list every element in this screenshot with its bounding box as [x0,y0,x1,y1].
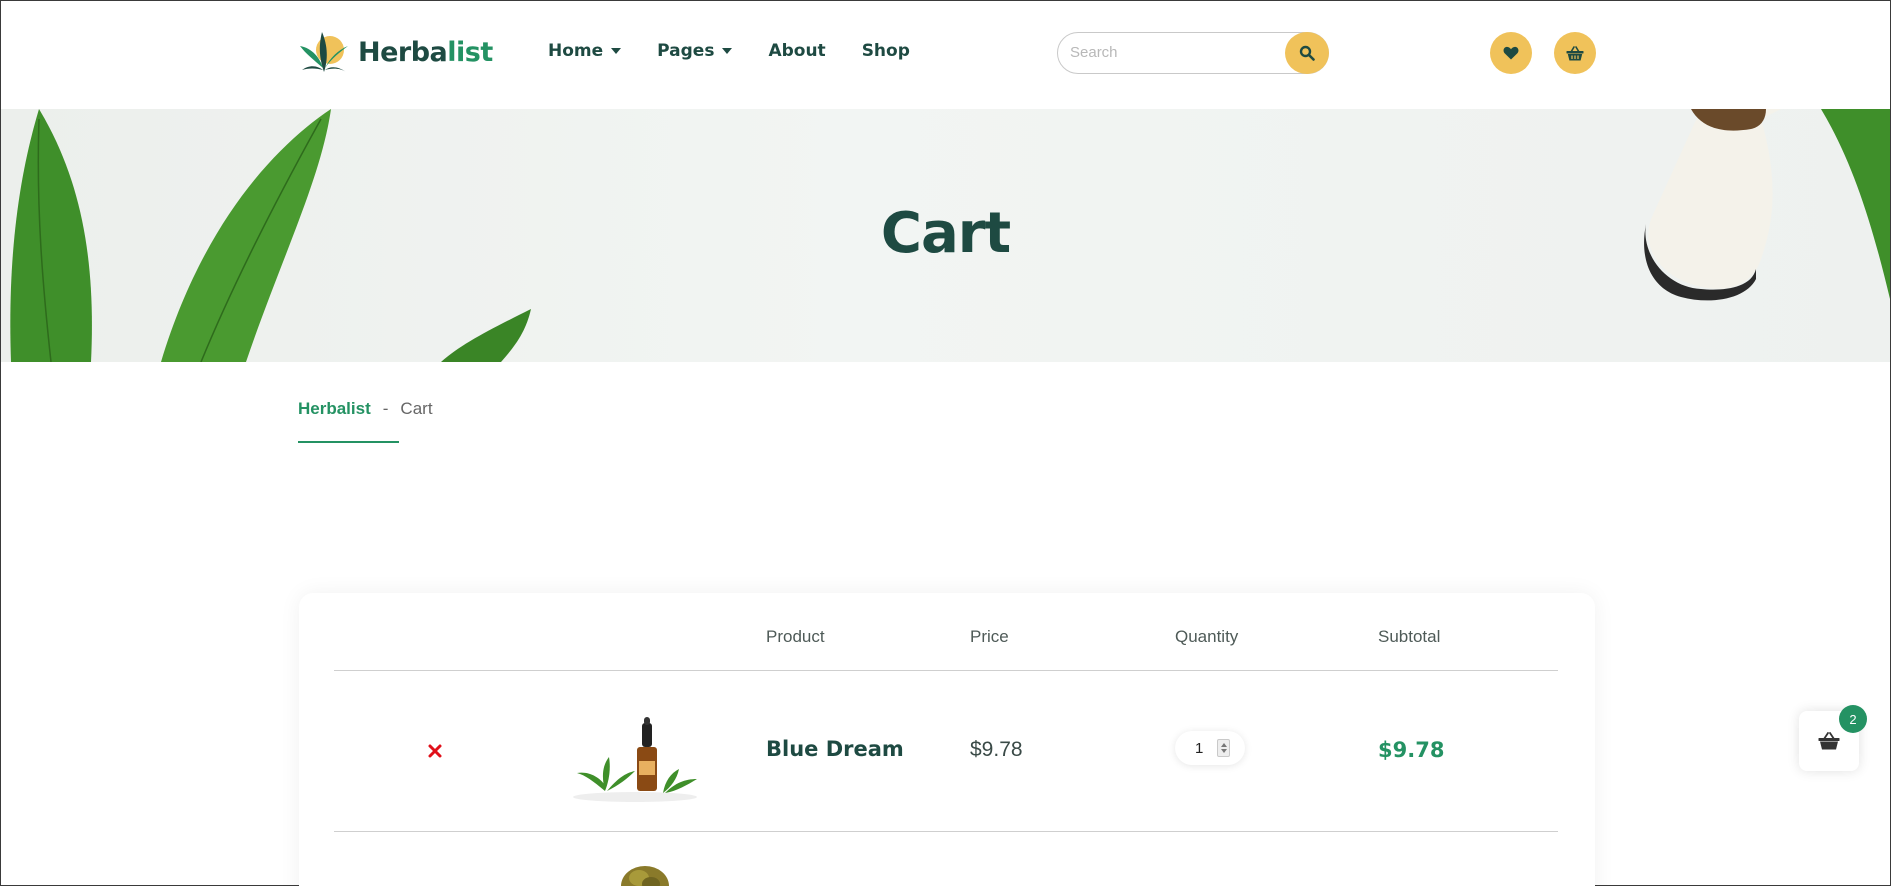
nav-home-label: Home [548,41,604,61]
logo-text-part1: Herba [358,36,448,68]
nav-home[interactable]: Home [548,41,622,61]
logo-text: Herbalist [358,37,493,68]
page-title: Cart [880,201,1011,266]
nav-about-label: About [768,41,826,61]
breadcrumb: Herbalist - Cart [298,399,433,419]
logo-text-part2: list [447,36,493,68]
row-divider [334,831,1558,832]
search-button[interactable] [1285,32,1329,74]
next-product-thumbnail-image [621,866,669,886]
wishlist-button[interactable] [1490,32,1532,74]
nav-shop[interactable]: Shop [862,41,910,61]
chevron-down-icon [722,48,733,54]
cart-button[interactable] [1554,32,1596,74]
page-hero: Cart [1,109,1890,362]
leaf-logo-icon [300,32,348,72]
header-divider [334,670,1558,671]
search-input[interactable] [1070,44,1270,61]
breadcrumb-separator: - [382,399,389,418]
quantity-spin-icon[interactable] [1217,739,1230,757]
nav-pages[interactable]: Pages [657,41,733,61]
cart-table: Product Price Quantity Subtotal Blue Dre… [299,593,1595,886]
heart-icon [1503,46,1519,60]
quantity-stepper [1175,731,1245,765]
basket-icon [1818,732,1840,750]
breadcrumb-home-link[interactable]: Herbalist [298,399,371,419]
nav-shop-label: Shop [861,41,910,61]
search-icon [1299,45,1315,61]
site-header: Herbalist Home Pages About Shop [1,1,1890,109]
nav-about[interactable]: About [768,41,825,61]
cart-count-badge: 2 [1839,705,1867,733]
nav-pages-label: Pages [657,41,715,61]
product-name-link[interactable]: Blue Dream [766,737,904,761]
product-subtotal: $9.78 [1378,738,1445,762]
main-nav: Home Pages About Shop [548,41,910,61]
breadcrumb-current: Cart [400,399,433,418]
column-header-product: Product [766,627,825,646]
quantity-input[interactable] [1195,739,1209,757]
chevron-down-icon [611,48,622,54]
product-thumbnail-image [573,717,697,802]
column-header-price: Price [970,627,1009,646]
column-header-quantity: Quantity [1175,627,1239,646]
search-bar [1057,32,1329,74]
product-price: $9.78 [970,738,1023,761]
basket-icon [1566,45,1584,60]
site-logo[interactable]: Herbalist [298,28,493,76]
column-header-subtotal: Subtotal [1378,627,1441,646]
breadcrumb-underline [298,441,399,443]
remove-item-icon[interactable] [427,743,443,759]
